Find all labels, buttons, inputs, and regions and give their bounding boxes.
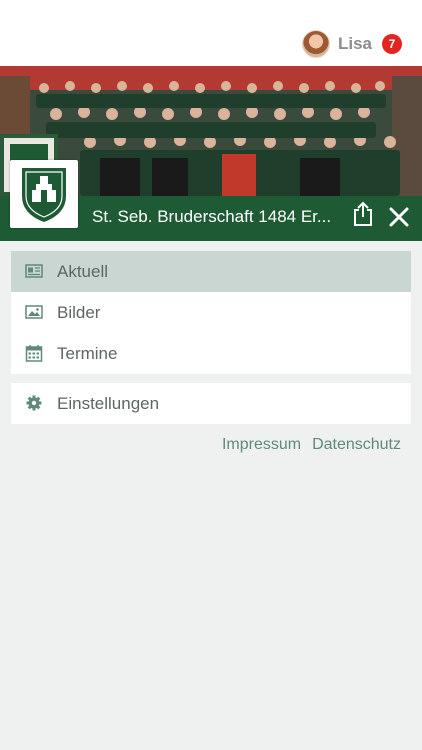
menu-item-bilder[interactable]: Bilder (11, 292, 411, 333)
share-button[interactable] (352, 201, 374, 227)
organization-title: St. Seb. Bruderschaft 1484 Er... (92, 207, 332, 226)
datenschutz-link[interactable]: Datenschutz (312, 436, 401, 454)
footer-links: Impressum Datenschutz (222, 436, 401, 454)
crest-icon (22, 168, 66, 222)
menu-item-einstellungen[interactable]: Einstellungen (11, 383, 411, 424)
top-bar: Lisa 7 (0, 0, 422, 66)
calendar-icon (25, 345, 43, 362)
settings-menu: Einstellungen (11, 383, 411, 424)
image-icon (25, 305, 43, 319)
menu-item-termine[interactable]: Termine (11, 333, 411, 374)
notification-badge[interactable]: 7 (382, 34, 402, 54)
user-name[interactable]: Lisa (338, 34, 372, 54)
menu-item-label: Termine (57, 343, 118, 363)
brotherhood-logo (10, 160, 78, 228)
close-icon (389, 207, 409, 227)
user-menu[interactable]: Lisa 7 (301, 30, 402, 58)
close-button[interactable] (388, 206, 410, 228)
menu-item-aktuell[interactable]: Aktuell (11, 251, 411, 292)
avatar[interactable] (301, 30, 330, 58)
newspaper-icon (25, 264, 43, 278)
menu-item-label: Aktuell (57, 261, 109, 281)
menu-item-label: Bilder (57, 302, 101, 322)
main-menu: Aktuell Bilder Termine (11, 251, 411, 374)
gear-icon (26, 395, 42, 411)
share-icon (354, 201, 372, 226)
impressum-link[interactable]: Impressum (222, 436, 301, 454)
menu-item-label: Einstellungen (57, 393, 160, 413)
